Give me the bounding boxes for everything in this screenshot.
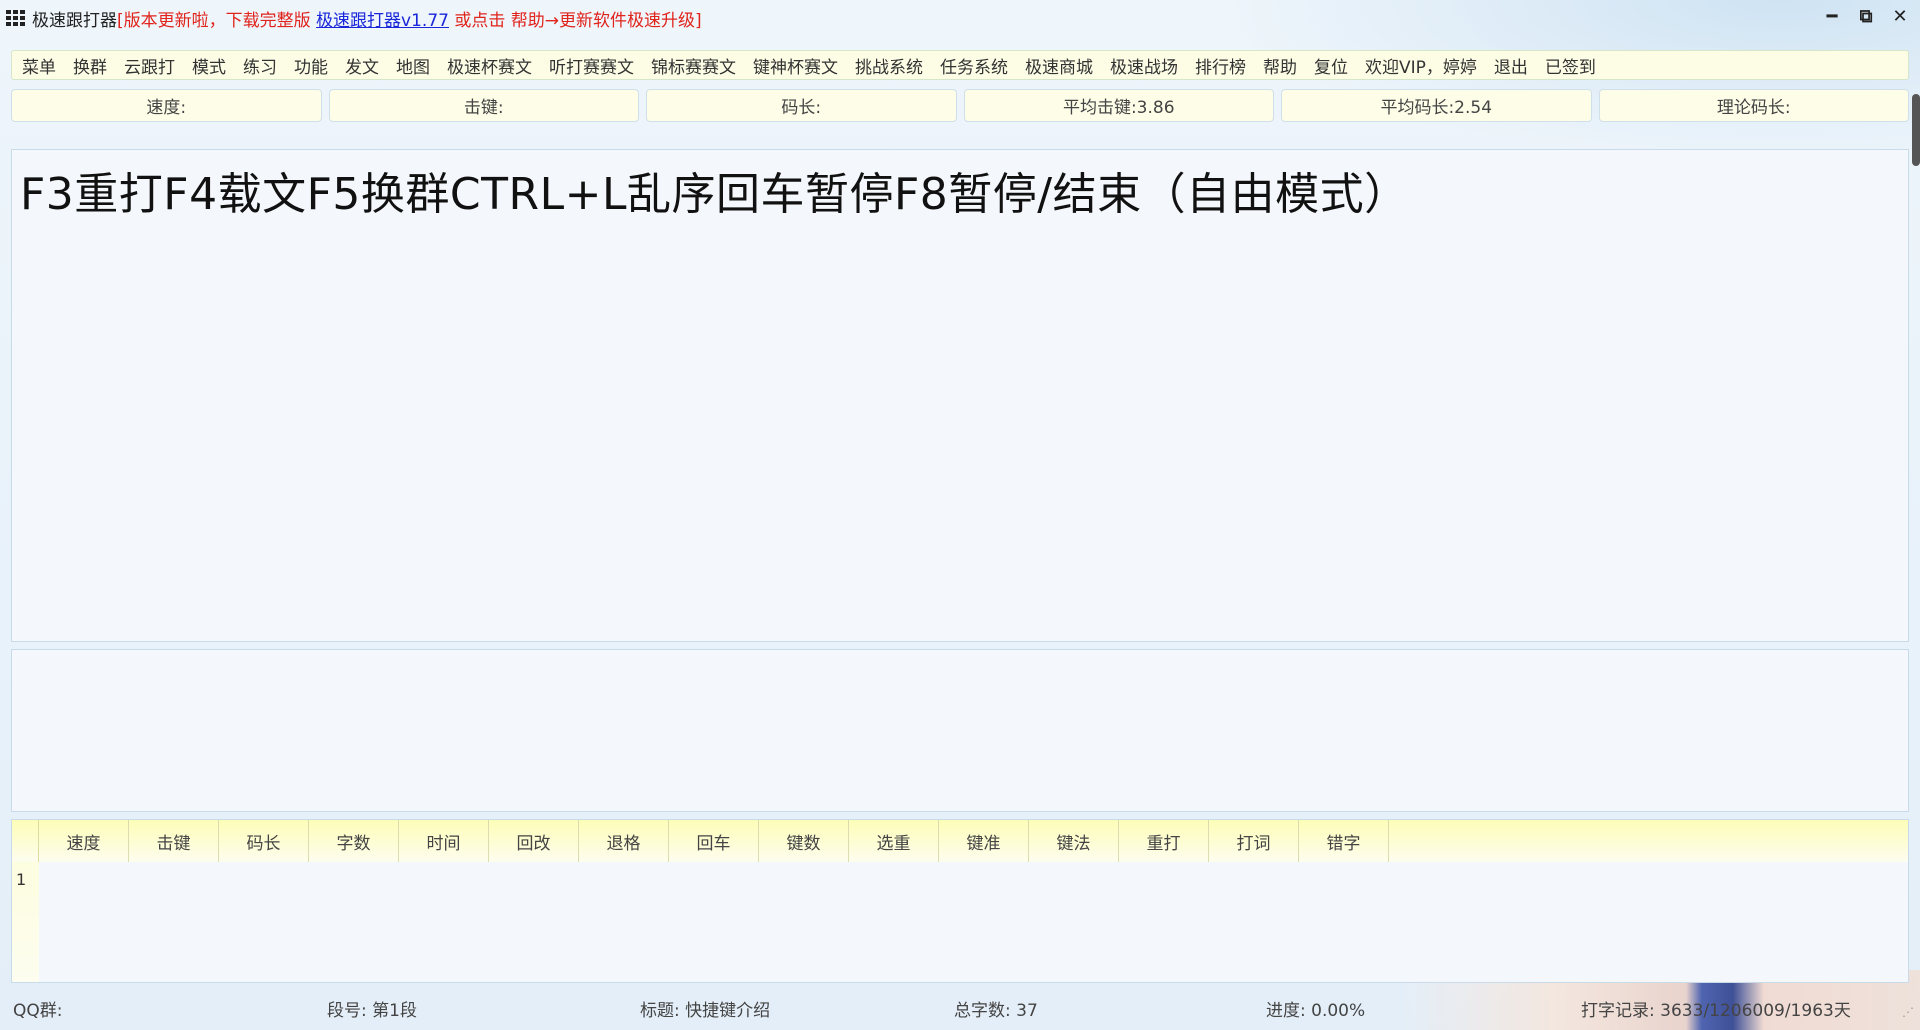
menu-item-listen-contest[interactable]: 听打赛赛文	[549, 53, 634, 78]
title-bracket-open: [	[117, 10, 124, 31]
menu-item-championship[interactable]: 锦标赛赛文	[651, 53, 736, 78]
menu-item-welcome-user[interactable]: 欢迎VIP，婷婷	[1365, 53, 1477, 78]
app-name: 极速跟打器	[32, 10, 117, 31]
title-bracket-close: ]	[695, 10, 702, 31]
table-row-number[interactable]: 1	[16, 870, 26, 889]
header-enter[interactable]: 回车	[669, 820, 759, 862]
header-selection[interactable]: 选重	[849, 820, 939, 862]
restore-icon[interactable]: ⧉	[1856, 6, 1876, 27]
menu-item-key-god-cup[interactable]: 键神杯赛文	[753, 53, 838, 78]
download-link[interactable]: 极速跟打器v1.77	[316, 11, 449, 31]
header-word-typing[interactable]: 打词	[1209, 820, 1299, 862]
window-controls: ━ ⧉ ✕	[1822, 6, 1910, 27]
close-icon[interactable]: ✕	[1890, 6, 1910, 27]
menu-item-signed-in[interactable]: 已签到	[1545, 53, 1596, 78]
stat-avg-keystroke: 平均击键:3.86	[963, 89, 1274, 122]
update-notice-2: 或点击 帮助→更新软件极速升级	[448, 10, 696, 31]
text-display-panel: F3重打F4载文F5换群CTRL+L乱序回车暂停F8暂停/结束（自由模式）	[11, 149, 1909, 642]
menu-item-menu[interactable]: 菜单	[22, 53, 56, 78]
stat-keystroke: 击键:	[328, 89, 639, 122]
header-backspace[interactable]: 退格	[579, 820, 669, 862]
status-bar: QQ群: 段号: 第1段 标题: 快捷键介绍 总字数: 37 进度: 0.00%…	[0, 993, 1920, 1023]
menu-item-practice[interactable]: 练习	[243, 53, 277, 78]
status-progress: 进度: 0.00%	[1266, 1000, 1366, 1021]
menu-item-battlefield[interactable]: 极速战场	[1110, 53, 1178, 78]
menu-item-challenge[interactable]: 挑战系统	[855, 53, 923, 78]
status-title: 标题: 快捷键介绍	[640, 1000, 771, 1021]
menu-item-speed-cup[interactable]: 极速杯赛文	[447, 53, 532, 78]
window-title: 极速跟打器[版本更新啦，下载完整版 极速跟打器v1.77 或点击 帮助→更新软件…	[32, 6, 702, 31]
title-bar: 极速跟打器[版本更新啦，下载完整版 极速跟打器v1.77 或点击 帮助→更新软件…	[0, 0, 1920, 36]
practice-text: F3重打F4载文F5换群CTRL+L乱序回车暂停F8暂停/结束（自由模式）	[20, 169, 1409, 220]
resize-grip-icon[interactable]: ⋰	[1902, 1005, 1914, 1019]
scrollbar[interactable]	[1912, 94, 1920, 166]
stats-bar: 速度: 击键: 码长: 平均击键:3.86 平均码长:2.54 理论码长:	[11, 89, 1909, 122]
menu-item-tasks[interactable]: 任务系统	[940, 53, 1008, 78]
results-table: 速度 击键 码长 字数 时间 回改 退格 回车 键数 选重 键准 键法 重打 打…	[11, 819, 1909, 983]
stat-code-length: 码长:	[646, 89, 957, 122]
menu-item-exit[interactable]: 退出	[1494, 53, 1528, 78]
header-char-count[interactable]: 字数	[309, 820, 399, 862]
header-key-accuracy[interactable]: 键准	[939, 820, 1029, 862]
menu-item-function[interactable]: 功能	[294, 53, 328, 78]
header-key-count[interactable]: 键数	[759, 820, 849, 862]
minimize-icon[interactable]: ━	[1822, 6, 1842, 27]
header-retype[interactable]: 重打	[1119, 820, 1209, 862]
status-segment: 段号: 第1段	[327, 1000, 417, 1021]
stat-theory-code-length: 理论码长:	[1598, 89, 1909, 122]
status-total-chars: 总字数: 37	[954, 1000, 1038, 1021]
menu-item-leaderboard[interactable]: 排行榜	[1195, 53, 1246, 78]
stat-speed: 速度:	[11, 89, 322, 122]
menu-item-switch-group[interactable]: 换群	[73, 53, 107, 78]
status-qq-group: QQ群:	[13, 1000, 63, 1021]
header-key-method[interactable]: 键法	[1029, 820, 1119, 862]
menu-item-mode[interactable]: 模式	[192, 53, 226, 78]
typing-input-area[interactable]	[11, 649, 1909, 812]
menu-item-cloud-typing[interactable]: 云跟打	[124, 53, 175, 78]
stat-avg-code-length: 平均码长:2.54	[1281, 89, 1592, 122]
header-errors[interactable]: 错字	[1299, 820, 1389, 862]
header-speed[interactable]: 速度	[39, 820, 129, 862]
update-notice: 版本更新啦，下载完整版	[123, 10, 317, 31]
header-code-length[interactable]: 码长	[219, 820, 309, 862]
menu-item-store[interactable]: 极速商城	[1025, 53, 1093, 78]
menu-bar: 菜单 换群 云跟打 模式 练习 功能 发文 地图 极速杯赛文 听打赛赛文 锦标赛…	[11, 50, 1909, 80]
status-record: 打字记录: 3633/1206009/1963天	[1581, 1000, 1851, 1021]
header-corrections[interactable]: 回改	[489, 820, 579, 862]
menu-item-map[interactable]: 地图	[396, 53, 430, 78]
menu-item-reset[interactable]: 复位	[1314, 53, 1348, 78]
menu-item-help[interactable]: 帮助	[1263, 53, 1297, 78]
header-corner	[12, 820, 39, 862]
results-header-row: 速度 击键 码长 字数 时间 回改 退格 回车 键数 选重 键准 键法 重打 打…	[12, 820, 1908, 862]
header-keystroke[interactable]: 击键	[129, 820, 219, 862]
menu-item-send-text[interactable]: 发文	[345, 53, 379, 78]
header-time[interactable]: 时间	[399, 820, 489, 862]
app-grid-icon[interactable]	[6, 10, 26, 26]
